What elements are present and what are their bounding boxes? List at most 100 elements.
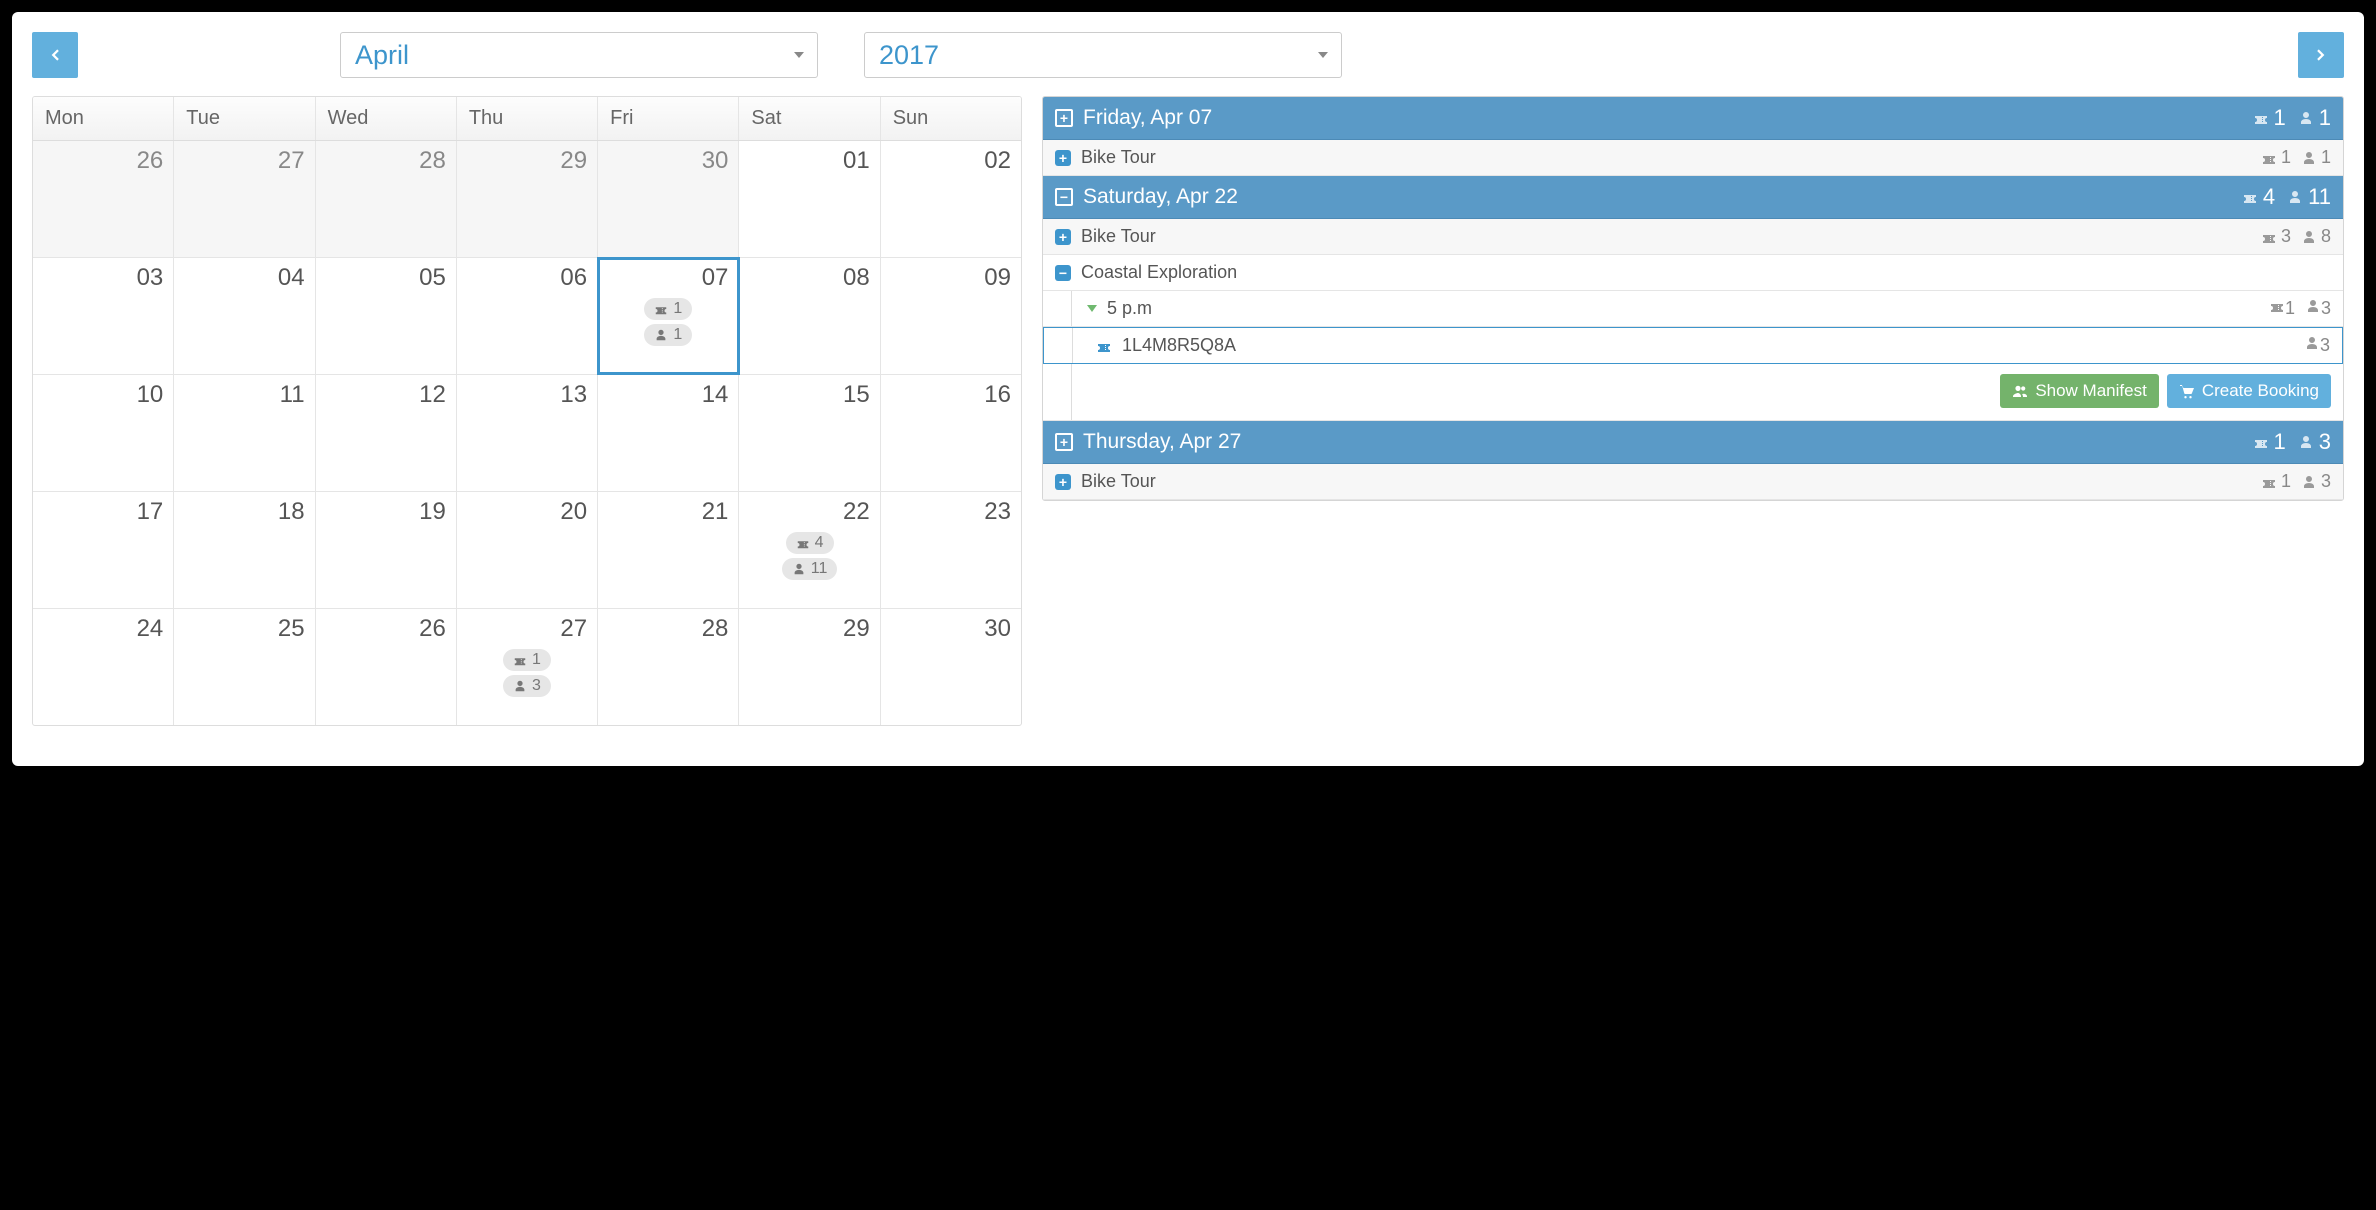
calendar-day-cell[interactable]: 25 [174, 609, 315, 725]
day-number: 06 [465, 264, 589, 292]
ticket-count-badge: 1 [503, 649, 551, 671]
day-number: 22 [747, 498, 871, 526]
bookings-sidebar: +Friday, Apr 0711+Bike Tour11−Saturday, … [1042, 96, 2344, 501]
people-count: 3 [2304, 335, 2330, 356]
calendar-day-cell[interactable]: 26 [33, 141, 174, 257]
calendar-day-cell[interactable]: 02 [881, 141, 1021, 257]
sidebar-day-header[interactable]: +Thursday, Apr 2713 [1043, 421, 2343, 464]
expand-icon[interactable]: + [1055, 433, 1073, 451]
calendar-day-cell[interactable]: 23 [881, 492, 1021, 608]
day-number: 26 [324, 615, 448, 643]
show-manifest-button[interactable]: Show Manifest [2000, 374, 2159, 408]
people-icon [2012, 383, 2028, 399]
calendar-day-cell[interactable]: 2713 [457, 609, 598, 725]
day-number: 18 [182, 498, 306, 526]
calendar-day-cell[interactable]: 12 [316, 375, 457, 491]
create-booking-button[interactable]: Create Booking [2167, 374, 2331, 408]
expand-icon[interactable]: + [1055, 229, 1071, 245]
day-number: 24 [41, 615, 165, 643]
ticket-icon [1096, 338, 1112, 354]
calendar-day-cell[interactable]: 29 [457, 141, 598, 257]
day-number: 25 [182, 615, 306, 643]
next-month-button[interactable] [2298, 32, 2344, 78]
calendar-day-cell[interactable]: 03 [33, 258, 174, 374]
calendar-day-cell[interactable]: 28 [598, 609, 739, 725]
calendar-day-cell[interactable]: 13 [457, 375, 598, 491]
booking-row[interactable]: 1L4M8R5Q8A3 [1043, 327, 2343, 364]
year-select[interactable]: 2017 [864, 32, 1342, 78]
weekday-label: Tue [174, 97, 315, 140]
calendar-day-cell[interactable]: 0711 [598, 258, 739, 374]
day-number: 02 [889, 147, 1013, 175]
tour-row[interactable]: −Coastal Exploration [1043, 255, 2343, 291]
calendar-day-cell[interactable]: 22 4 11 [739, 492, 880, 608]
calendar-day-cell[interactable]: 10 [33, 375, 174, 491]
calendar-day-cell[interactable]: 14 [598, 375, 739, 491]
people-count: 8 [2301, 226, 2331, 247]
collapse-icon[interactable]: − [1055, 188, 1073, 206]
day-number: 30 [889, 615, 1013, 643]
ticket-count: 1 [2269, 298, 2295, 319]
ticket-count: 1 [2253, 105, 2286, 131]
prev-month-button[interactable] [32, 32, 78, 78]
calendar-day-cell[interactable]: 24 [33, 609, 174, 725]
day-number: 21 [606, 498, 730, 526]
weekday-label: Thu [457, 97, 598, 140]
tour-row[interactable]: +Bike Tour11 [1043, 140, 2343, 176]
calendar-day-cell[interactable]: 05 [316, 258, 457, 374]
day-number: 29 [747, 615, 871, 643]
sidebar-day-header[interactable]: +Friday, Apr 0711 [1043, 97, 2343, 140]
sidebar-day-label: Thursday, Apr 27 [1083, 430, 1241, 454]
expand-icon[interactable]: + [1055, 150, 1071, 166]
tour-row[interactable]: + Bike Tour 38 [1043, 219, 2343, 255]
day-number: 05 [324, 264, 448, 292]
expand-icon[interactable]: + [1055, 474, 1071, 490]
day-number: 01 [747, 147, 871, 175]
calendar-day-cell[interactable]: 29 [739, 609, 880, 725]
caret-down-icon [1087, 305, 1097, 312]
calendar-grid: MonTueWedThuFriSatSun 262728293001020304… [32, 96, 1022, 726]
tour-row[interactable]: +Bike Tour13 [1043, 464, 2343, 500]
chevron-left-icon [46, 46, 64, 64]
calendar-day-cell[interactable]: 26 [316, 609, 457, 725]
calendar-day-cell[interactable]: 15 [739, 375, 880, 491]
calendar-day-cell[interactable]: 20 [457, 492, 598, 608]
time-row[interactable]: 5 p.m13 [1043, 291, 2343, 327]
caret-down-icon [794, 52, 804, 58]
calendar-day-cell[interactable]: 08 [739, 258, 880, 374]
calendar-day-cell[interactable]: 09 [881, 258, 1021, 374]
people-count-badge: 1 [644, 324, 692, 346]
calendar-day-cell[interactable]: 17 [33, 492, 174, 608]
ticket-count: 1 [2253, 429, 2286, 455]
expand-icon[interactable]: + [1055, 109, 1073, 127]
people-count: 3 [2305, 298, 2331, 319]
people-count-badge: 11 [782, 558, 838, 580]
calendar-day-cell[interactable]: 27 [174, 141, 315, 257]
calendar-day-cell[interactable]: 01 [739, 141, 880, 257]
tour-name: Bike Tour [1081, 147, 1156, 168]
calendar-day-cell[interactable]: 04 [174, 258, 315, 374]
tour-name: Bike Tour [1081, 226, 1156, 247]
ticket-count-badge: 4 [786, 532, 834, 554]
month-select[interactable]: April [340, 32, 818, 78]
sidebar-day-header[interactable]: −Saturday, Apr 22411 [1043, 176, 2343, 219]
collapse-icon[interactable]: − [1055, 265, 1071, 281]
calendar-day-cell[interactable]: 30 [881, 609, 1021, 725]
weekday-label: Fri [598, 97, 739, 140]
day-number: 16 [889, 381, 1013, 409]
calendar-day-cell[interactable]: 19 [316, 492, 457, 608]
day-number: 17 [41, 498, 165, 526]
calendar-day-cell[interactable]: 18 [174, 492, 315, 608]
day-number: 04 [182, 264, 306, 292]
calendar-day-cell[interactable]: 21 [598, 492, 739, 608]
calendar-day-cell[interactable]: 11 [174, 375, 315, 491]
tour-name: Bike Tour [1081, 471, 1156, 492]
calendar-day-cell[interactable]: 30 [598, 141, 739, 257]
day-number: 26 [41, 147, 165, 175]
calendar-day-cell[interactable]: 28 [316, 141, 457, 257]
calendar-day-cell[interactable]: 16 [881, 375, 1021, 491]
calendar-day-cell[interactable]: 06 [457, 258, 598, 374]
ticket-count: 3 [2261, 226, 2291, 247]
day-number: 08 [747, 264, 871, 292]
day-number: 12 [324, 381, 448, 409]
